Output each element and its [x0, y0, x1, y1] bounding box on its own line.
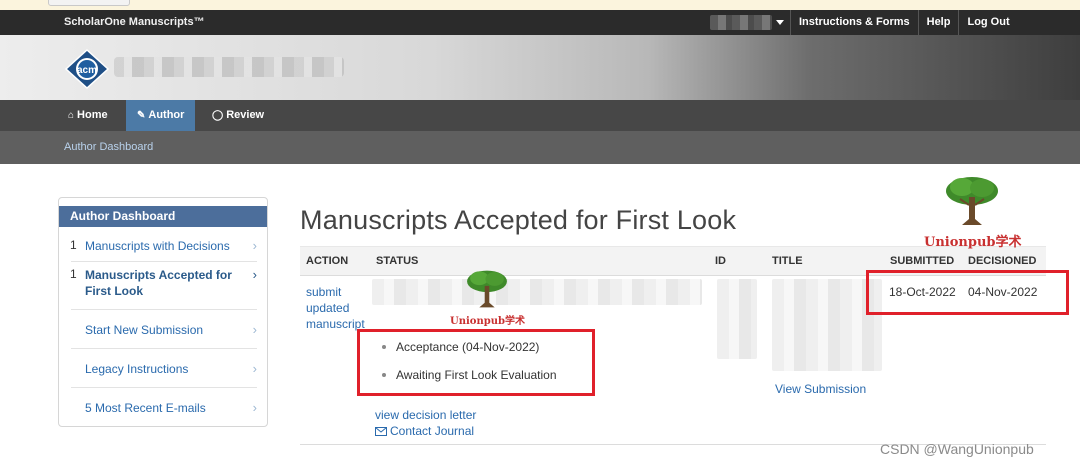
- divider: [71, 387, 257, 388]
- footer-watermark: CSDN @WangUnionpub: [880, 441, 1034, 457]
- log-out-link[interactable]: Log Out: [958, 10, 1017, 35]
- view-decision-letter-link[interactable]: view decision letter: [375, 408, 476, 422]
- caret-down-icon: [776, 20, 784, 25]
- tab-review[interactable]: ◯ Review: [201, 100, 275, 131]
- speech-bubble-icon: ◯: [212, 110, 224, 121]
- acm-logo: acm: [64, 49, 110, 89]
- action-line: submit: [306, 285, 342, 299]
- dates-highlight-box: [866, 270, 1069, 315]
- tab-review-label: Review: [226, 109, 265, 121]
- divider: [71, 261, 257, 262]
- instructions-forms-link[interactable]: Instructions & Forms: [790, 10, 918, 35]
- page-title: Manuscripts Accepted for First Look: [300, 205, 737, 235]
- manuscript-id-redacted: [717, 279, 757, 359]
- watermark-text: Unionpub学术: [924, 235, 1022, 250]
- divider: [71, 309, 257, 310]
- submit-updated-manuscript-link[interactable]: submit updated manuscript: [306, 284, 366, 332]
- action-line: updated: [306, 301, 350, 315]
- page: { "app": { "name": "ScholarOne Manuscrip…: [0, 0, 1080, 469]
- col-title: TITLE: [772, 255, 803, 267]
- chevron-right-icon: ›: [252, 361, 257, 376]
- author-dashboard-sidebar: Author Dashboard 1 Manuscripts with Deci…: [58, 197, 268, 427]
- tree-icon: [946, 177, 998, 225]
- journal-name-redacted: [114, 57, 344, 77]
- tab-author[interactable]: ✎ Author: [126, 100, 196, 131]
- user-menu[interactable]: [708, 13, 788, 33]
- contact-journal-label: Contact Journal: [390, 424, 475, 438]
- tab-author-label: Author: [148, 109, 185, 121]
- sidebar-item-label: Start New Submission: [85, 323, 204, 337]
- col-action: ACTION: [306, 255, 349, 267]
- sidebar-item-label: Legacy Instructions: [85, 362, 189, 376]
- envelope-icon: [375, 427, 387, 436]
- sidebar-item-count: 1: [70, 238, 77, 252]
- journal-banner: acm: [0, 35, 1080, 100]
- top-bar: ScholarOne Manuscripts™ Instructions & F…: [0, 10, 1080, 35]
- watermark-logo: Unionpub学术: [448, 268, 538, 328]
- sidebar-title: Author Dashboard: [59, 206, 267, 227]
- sidebar-item-count: 1: [70, 267, 77, 281]
- status-highlight-box: [357, 329, 595, 396]
- col-id: ID: [715, 255, 726, 267]
- user-name-redacted: [710, 15, 772, 30]
- tab-home[interactable]: ⌂ Home: [57, 100, 119, 131]
- breadcrumb: Author Dashboard: [0, 131, 1080, 164]
- home-icon: ⌂: [68, 110, 75, 121]
- tree-icon: [467, 270, 507, 308]
- pencil-icon: ✎: [137, 110, 146, 121]
- sidebar-item-label: Manuscripts Accepted for First Look: [85, 268, 232, 298]
- help-link[interactable]: Help: [917, 10, 959, 35]
- chevron-right-icon: ›: [252, 267, 257, 282]
- col-decisioned: DECISIONED: [968, 255, 1037, 267]
- chevron-right-icon: ›: [252, 322, 257, 337]
- view-submission-link[interactable]: View Submission: [775, 382, 866, 396]
- divider: [71, 348, 257, 349]
- watermark-logo: Unionpub学术: [922, 175, 1032, 250]
- browser-top-strip: [0, 0, 1080, 10]
- top-links: Instructions & Forms Help Log Out: [790, 10, 1018, 35]
- col-submitted: SUBMITTED: [890, 255, 955, 267]
- chevron-right-icon: ›: [252, 238, 257, 253]
- toolbar-button[interactable]: [48, 0, 130, 6]
- contact-journal-link[interactable]: Contact Journal: [375, 424, 474, 438]
- watermark-text: Unionpub学术: [450, 316, 525, 327]
- sidebar-item-label: Manuscripts with Decisions: [85, 239, 230, 253]
- app-brand: ScholarOne Manuscripts™: [64, 16, 205, 28]
- chevron-right-icon: ›: [252, 400, 257, 415]
- main-nav: ⌂ Home ✎ Author ◯ Review: [0, 100, 1080, 131]
- breadcrumb-author-dashboard[interactable]: Author Dashboard: [64, 141, 153, 153]
- col-status: STATUS: [376, 255, 419, 267]
- acm-logo-text: acm: [77, 65, 97, 76]
- tab-home-label: Home: [77, 109, 108, 121]
- sidebar-item-label: 5 Most Recent E-mails: [85, 401, 206, 415]
